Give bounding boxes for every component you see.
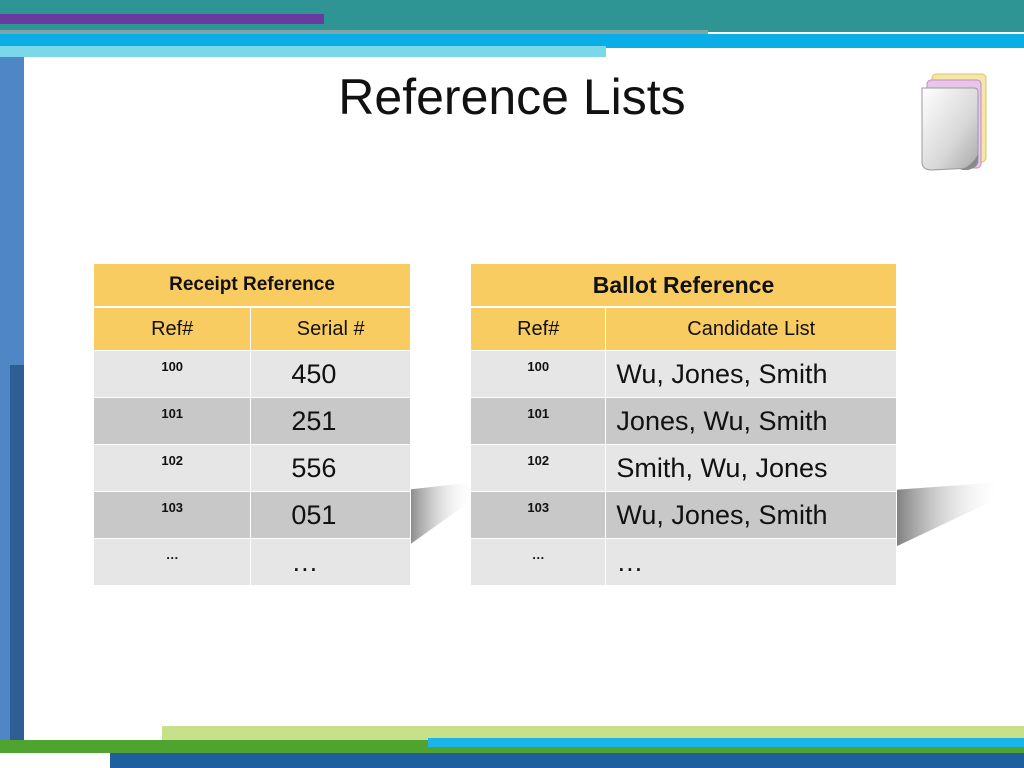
ref-cell: 100 (92, 350, 252, 398)
ref-cell: … (92, 538, 252, 586)
table-row: 100 450 (92, 350, 411, 398)
ref-cell: … (469, 538, 607, 586)
table-row: 102 556 (92, 444, 411, 492)
candidate-list-cell: Smith, Wu, Jones (605, 444, 897, 492)
table-row: … … (92, 538, 411, 586)
ballot-table-title: Ballot Reference (470, 263, 897, 308)
ballot-table-shadow (893, 482, 1003, 548)
ballot-col-candidates: Candidate List (605, 306, 897, 351)
table-row: 102 Smith, Wu, Jones (469, 444, 897, 492)
ref-cell: 100 (469, 350, 607, 398)
candidate-list-cell: Wu, Jones, Smith (605, 350, 897, 398)
top-cyan-band (0, 46, 606, 57)
table-row: 103 051 (92, 491, 411, 539)
receipt-col-ref: Ref# (92, 306, 252, 351)
table-row: 100 Wu, Jones, Smith (469, 350, 897, 398)
slide-title: Reference Lists (338, 69, 686, 125)
receipt-reference-table: Receipt Reference Ref# Serial # 100 450 … (92, 263, 411, 586)
receipt-table-title: Receipt Reference (93, 263, 411, 308)
top-purple-band (0, 14, 324, 24)
ref-cell: 101 (469, 397, 607, 445)
left-dark-bar (10, 365, 24, 741)
ref-cell: 102 (469, 444, 607, 492)
candidate-list-cell: Jones, Wu, Smith (605, 397, 897, 445)
receipt-col-serial: Serial # (250, 306, 411, 351)
serial-cell: 251 (250, 397, 411, 445)
ref-cell: 103 (469, 491, 607, 539)
table-row: 101 251 (92, 397, 411, 445)
serial-cell: 556 (250, 444, 411, 492)
receipt-table-shadow (405, 482, 475, 548)
serial-cell: 051 (250, 491, 411, 539)
ref-cell: 102 (92, 444, 252, 492)
ballot-reference-table: Ballot Reference Ref# Candidate List 100… (469, 263, 897, 586)
candidate-list-cell: Wu, Jones, Smith (605, 491, 897, 539)
table-row: 101 Jones, Wu, Smith (469, 397, 897, 445)
serial-cell: 450 (250, 350, 411, 398)
ref-cell: 103 (92, 491, 252, 539)
bottom-navy-band (110, 753, 1024, 768)
document-stack-icon (921, 73, 987, 171)
ballot-col-ref: Ref# (469, 306, 607, 351)
candidate-list-cell: … (605, 538, 897, 586)
serial-cell: … (250, 538, 411, 586)
table-row: 103 Wu, Jones, Smith (469, 491, 897, 539)
table-row: … … (469, 538, 897, 586)
bottom-cyan-band (428, 738, 1024, 747)
ref-cell: 101 (92, 397, 252, 445)
